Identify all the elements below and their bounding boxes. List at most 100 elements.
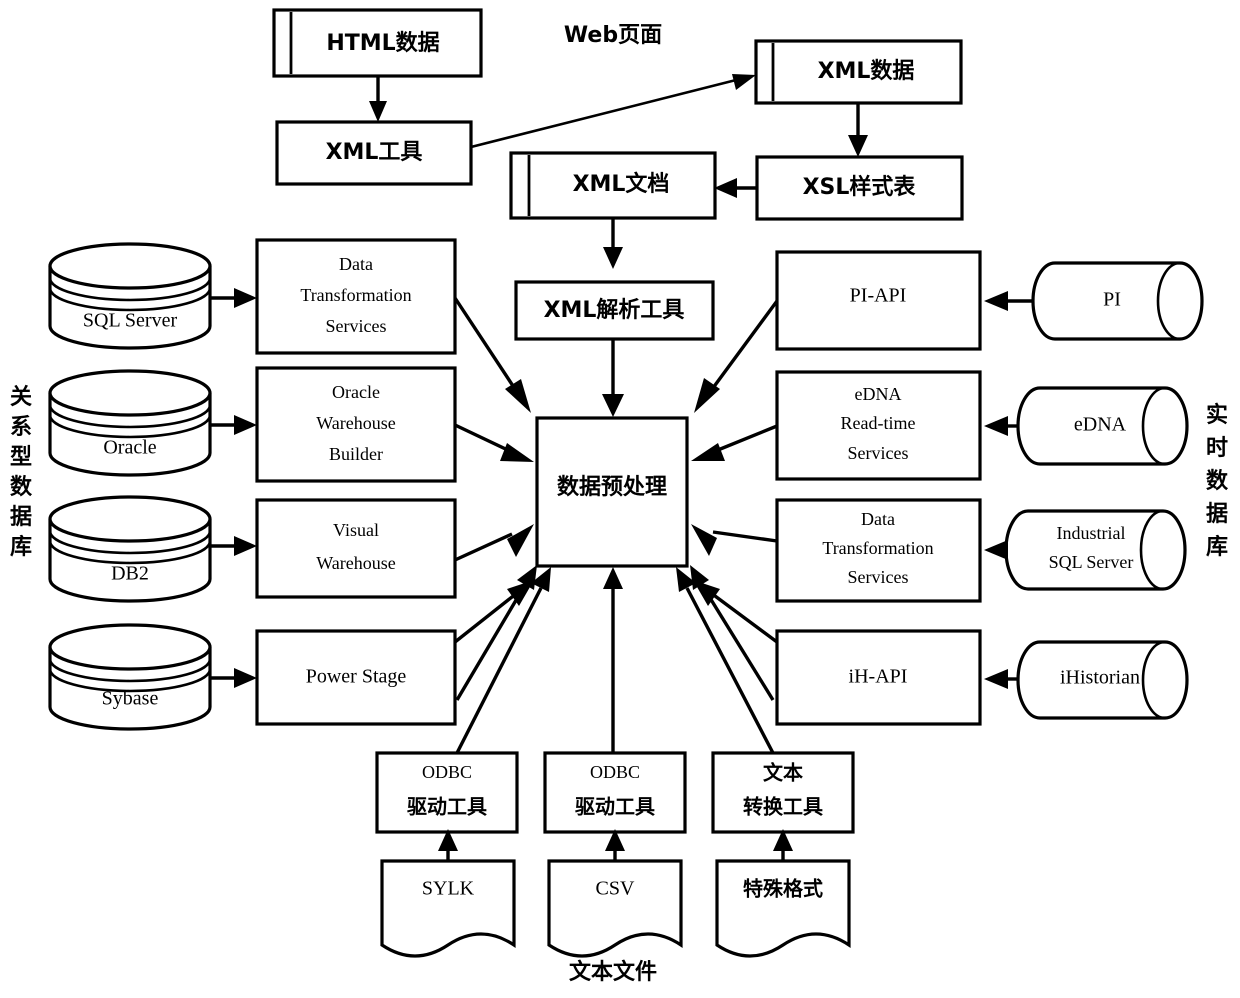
- db-cylinder-db2[interactable]: DB2: [48, 495, 212, 603]
- relational-section: 关 系 型 数 据 库 SQL Server Data Transformati…: [10, 238, 534, 731]
- arrow-sqlserver-to-dts: [210, 288, 257, 308]
- db-cylinder-isql-line-1: SQL Server: [1049, 552, 1134, 572]
- svg-text:数: 数: [1206, 468, 1229, 494]
- arrow-xsl-to-xmldoc: [714, 178, 757, 198]
- arrow-oracle-to-owb: [210, 415, 257, 435]
- db-cylinder-industrial-sql-server[interactable]: Industrial SQL Server: [1004, 509, 1187, 591]
- db-cylinder-pi-label: PI: [1103, 289, 1121, 311]
- svg-text:库: 库: [1206, 535, 1228, 560]
- node-xml-tool[interactable]: XML工具: [275, 120, 473, 186]
- tool-owb-line-2: Builder: [329, 444, 383, 464]
- node-xml-document[interactable]: XML文档: [509, 151, 717, 220]
- relational-section-label: 关 系 型 数 据 库: [10, 385, 33, 560]
- tool-visual-warehouse[interactable]: Visual Warehouse: [255, 498, 457, 599]
- web-section: Web页面 HTML数据 XML工具 XML数据 XSL样式表 XML文档 XM…: [272, 8, 964, 417]
- arrow-owb-to-center: [454, 423, 534, 462]
- tool-odbc-2-line-1: 驱动工具: [575, 795, 655, 819]
- tool-owb-line-1: Warehouse: [316, 413, 396, 433]
- tool-dts-left-line-0: Data: [339, 254, 373, 274]
- tool-pi-api-label: PI-API: [850, 285, 907, 307]
- tool-odbc-2-line-0: ODBC: [590, 762, 640, 782]
- arrow-db2-to-vw: [210, 536, 257, 556]
- realtime-section-label: 实 时 数 据 库: [1206, 402, 1229, 560]
- tool-data-transformation-services-right[interactable]: Data Transformation Services: [775, 498, 982, 603]
- tool-dts-right-line-2: Services: [848, 567, 909, 587]
- arrow-odbc2-to-center: [603, 567, 623, 753]
- db-cylinder-isql-line-0: Industrial: [1057, 523, 1126, 543]
- tool-textconv-line-1: 转换工具: [743, 795, 823, 819]
- node-xml-data-label: XML数据: [818, 58, 915, 84]
- tool-text-converter[interactable]: 文本 转换工具: [711, 751, 855, 834]
- tool-odbc-driver-2[interactable]: ODBC 驱动工具: [543, 751, 687, 834]
- diagram-canvas: Web页面 HTML数据 XML工具 XML数据 XSL样式表 XML文档 XM…: [0, 0, 1240, 998]
- node-xsl-stylesheet-label: XSL样式表: [803, 174, 917, 200]
- arrow-odbc1-to-center: [455, 567, 551, 754]
- node-xml-document-label: XML文档: [573, 171, 670, 197]
- arrow-parser-to-center: [602, 339, 624, 417]
- tool-textconv-line-0: 文本: [763, 761, 803, 785]
- svg-text:数: 数: [10, 474, 33, 500]
- svg-text:据: 据: [1206, 502, 1228, 527]
- tool-edna-line-1: Read-time: [841, 413, 916, 433]
- arrow-ednaapi-to-center: [691, 424, 778, 461]
- svg-text:据: 据: [10, 505, 32, 530]
- file-special-format[interactable]: 特殊格式: [715, 859, 851, 958]
- textfiles-section-label: 文本文件: [569, 959, 657, 985]
- arrow-extra-right-to-center: [690, 565, 775, 701]
- node-xml-tool-label: XML工具: [326, 140, 423, 165]
- svg-text:系: 系: [10, 415, 32, 440]
- db-cylinder-edna[interactable]: eDNA: [1016, 386, 1189, 466]
- tool-dts-right-line-0: Data: [861, 509, 895, 529]
- db-cylinder-sql-server-label: SQL Server: [83, 310, 178, 332]
- arrow-pi-to-piapi: [984, 291, 1033, 311]
- db-cylinder-pi[interactable]: PI: [1031, 261, 1204, 341]
- svg-text:关: 关: [10, 385, 32, 410]
- tool-dts-left-line-2: Services: [326, 316, 387, 336]
- arrow-dts-right-to-center: [691, 524, 778, 556]
- tool-dts-right-line-1: Transformation: [822, 538, 933, 558]
- db-cylinder-db2-label: DB2: [111, 563, 149, 585]
- db-cylinder-sybase-label: Sybase: [102, 688, 159, 710]
- tool-odbc-1-line-0: ODBC: [422, 762, 472, 782]
- node-xml-parser-tool-label: XML解析工具: [544, 297, 685, 323]
- node-data-preprocessing-label: 数据预处理: [557, 474, 667, 500]
- arrow-special-to-textconv: [773, 829, 793, 861]
- db-cylinder-edna-label: eDNA: [1074, 414, 1127, 436]
- db-cylinder-sybase[interactable]: Sybase: [48, 623, 212, 731]
- tool-data-transformation-services-left[interactable]: Data Transformation Services: [255, 238, 457, 355]
- arrow-sylk-to-odbc1: [438, 829, 458, 861]
- svg-text:型: 型: [10, 445, 32, 470]
- db-cylinder-ihistorian-label: iHistorian: [1060, 667, 1140, 689]
- file-sylk[interactable]: SYLK: [380, 859, 516, 958]
- arrow-sybase-to-powerstage: [210, 668, 257, 688]
- node-data-preprocessing[interactable]: 数据预处理: [535, 416, 689, 568]
- tool-ih-api[interactable]: iH-API: [775, 629, 982, 726]
- db-cylinder-ihistorian[interactable]: iHistorian: [1016, 640, 1189, 720]
- svg-text:时: 时: [1206, 436, 1228, 461]
- tool-oracle-warehouse-builder[interactable]: Oracle Warehouse Builder: [255, 366, 457, 483]
- node-xsl-stylesheet[interactable]: XSL样式表: [755, 155, 964, 221]
- db-cylinder-oracle[interactable]: Oracle: [48, 369, 212, 477]
- node-xml-data[interactable]: XML数据: [754, 39, 963, 105]
- tool-edna-line-0: eDNA: [855, 384, 902, 404]
- file-csv[interactable]: CSV: [547, 859, 683, 958]
- arrow-edna-to-ednaapi: [984, 416, 1018, 436]
- tool-power-stage[interactable]: Power Stage: [255, 629, 457, 726]
- node-html-data[interactable]: HTML数据: [272, 8, 483, 78]
- db-cylinder-sql-server[interactable]: SQL Server: [48, 242, 212, 350]
- web-section-label: Web页面: [564, 23, 662, 48]
- db-cylinder-oracle-label: Oracle: [103, 437, 156, 459]
- tool-dts-left-line-1: Transformation: [300, 285, 411, 305]
- file-special-format-label: 特殊格式: [743, 877, 823, 901]
- realtime-section: 实 时 数 据 库 PI-API PI eDNA Read-time Servi…: [691, 250, 1229, 726]
- arrow-isql-to-dts-right: [984, 540, 1008, 560]
- textfiles-section: ODBC 驱动工具 SYLK ODBC 驱动工具 CSV 文本 转换工具 特殊格…: [375, 565, 855, 985]
- arrow-vw-to-center: [454, 524, 534, 562]
- tool-edna-services[interactable]: eDNA Read-time Services: [775, 370, 982, 481]
- node-xml-parser-tool[interactable]: XML解析工具: [514, 280, 715, 341]
- tool-pi-api[interactable]: PI-API: [775, 250, 982, 351]
- tool-vw-line-1: Warehouse: [316, 553, 396, 573]
- tool-vw-line-0: Visual: [333, 520, 379, 540]
- arrow-xmldoc-to-parser: [603, 218, 623, 269]
- tool-odbc-driver-1[interactable]: ODBC 驱动工具: [375, 751, 519, 834]
